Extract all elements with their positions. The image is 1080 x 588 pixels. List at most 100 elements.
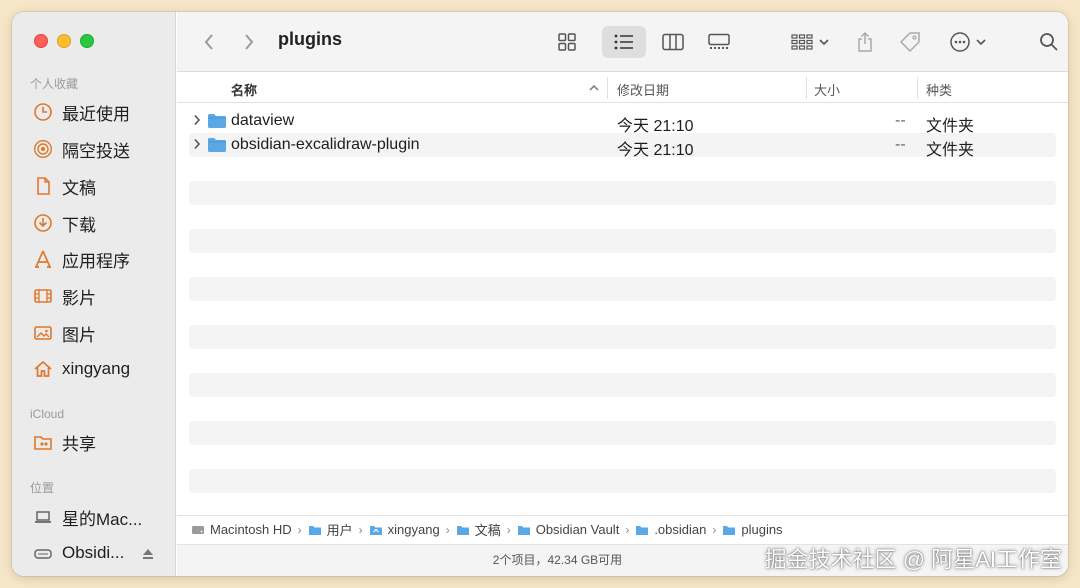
path-item-documents[interactable]: 文稿 [456, 520, 501, 539]
group-grid-icon [791, 34, 813, 50]
sidebar-item-airdrop[interactable]: 隔空投送 [32, 135, 130, 163]
column-divider[interactable] [806, 77, 807, 99]
path-item-dot-obsidian[interactable]: .obsidian [635, 522, 706, 537]
grid-icon [558, 33, 576, 51]
sidebar-item-documents[interactable]: 文稿 [32, 172, 96, 200]
column-size[interactable]: 大小 [814, 80, 840, 99]
path-item-label: 用户 [326, 523, 353, 538]
folder-icon [208, 114, 226, 128]
minimize-button[interactable] [57, 34, 71, 48]
path-item-label: Macintosh HD [210, 522, 292, 537]
empty-row-stripe [189, 181, 1056, 205]
list-icon [614, 34, 633, 50]
path-separator: › [506, 522, 511, 537]
share-button[interactable] [853, 26, 877, 58]
column-divider[interactable] [607, 77, 608, 99]
path-separator: › [712, 522, 717, 537]
sidebar: 个人收藏 最近使用 隔空投送 文稿 下载 应用程序 影片 图片 xingyang… [12, 12, 176, 576]
path-item-label: Obsidian Vault [535, 522, 620, 537]
sidebar-item-label: 图片 [62, 325, 96, 345]
disclosure-chevron-icon[interactable] [193, 138, 201, 150]
column-divider[interactable] [917, 77, 918, 99]
eject-icon[interactable] [141, 547, 155, 561]
sidebar-item-applications[interactable]: 应用程序 [32, 245, 130, 273]
sidebar-item-label: 文稿 [62, 178, 96, 198]
window-title: plugins [278, 29, 342, 49]
path-item-plugins[interactable]: plugins [722, 522, 783, 537]
home-icon [32, 358, 54, 380]
path-item-users[interactable]: 用户 [308, 520, 353, 539]
gallery-view-button[interactable] [705, 26, 733, 58]
favorites-header: 个人收藏 [30, 77, 79, 91]
sidebar-item-home[interactable]: xingyang [32, 355, 130, 383]
column-kind[interactable]: 种类 [926, 80, 952, 99]
path-item-obsidian-vault[interactable]: Obsidian Vault [517, 522, 620, 537]
action-menu-button[interactable] [945, 26, 989, 58]
chevron-right-icon [245, 34, 254, 50]
folder-icon [456, 525, 469, 535]
icloud-header: iCloud [30, 407, 65, 421]
path-separator: › [297, 522, 302, 537]
sidebar-item-label: 隔空投送 [62, 141, 130, 161]
chevron-left-icon [204, 34, 213, 50]
empty-row-stripe [189, 421, 1056, 445]
file-row-excalidraw[interactable]: obsidian-excalidraw-plugin 今天 21:10 -- 文… [189, 133, 1056, 159]
path-separator: › [625, 522, 630, 537]
sidebar-item-label: 下载 [62, 215, 96, 235]
file-list: dataview 今天 21:10 -- 文件夹 obsidian-excali… [189, 109, 1056, 159]
sidebar-item-recents[interactable]: 最近使用 [32, 98, 130, 126]
column-name[interactable]: 名称 [231, 80, 257, 99]
sidebar-item-pictures[interactable]: 图片 [32, 319, 96, 347]
icon-view-button[interactable] [555, 26, 579, 58]
path-item-xingyang[interactable]: xingyang [369, 522, 440, 537]
sidebar-item-label: 应用程序 [62, 251, 130, 271]
close-button[interactable] [34, 34, 48, 48]
path-item-label: 文稿 [474, 523, 501, 538]
sort-chevron-up-icon[interactable] [589, 84, 599, 92]
empty-row-stripe [189, 469, 1056, 493]
window-controls [34, 34, 94, 48]
path-item-macintosh-hd[interactable]: Macintosh HD [191, 522, 292, 537]
chevron-down-icon [975, 39, 986, 46]
sidebar-item-shared[interactable]: 共享 [32, 428, 96, 456]
zoom-button[interactable] [80, 34, 94, 48]
path-bar: Macintosh HD › 用户 › xingyang › 文稿 › Obsi… [177, 515, 1068, 543]
file-size: -- [895, 112, 906, 129]
folder-icon [308, 525, 321, 535]
path-item-label: .obsidian [654, 522, 707, 537]
path-item-label: xingyang [387, 522, 440, 537]
share-icon [858, 31, 872, 52]
sidebar-item-movies[interactable]: 影片 [32, 282, 96, 310]
sidebar-item-label: Obsidi... [62, 543, 125, 562]
download-icon [32, 212, 54, 234]
folder-icon [636, 525, 649, 535]
columns-icon [662, 33, 684, 51]
list-view-button[interactable] [602, 26, 646, 58]
folder-icon [208, 138, 226, 152]
search-button[interactable] [1035, 26, 1063, 58]
sidebar-item-downloads[interactable]: 下载 [32, 209, 96, 237]
clock-icon [32, 101, 54, 123]
document-icon [32, 175, 54, 197]
drive-icon [32, 542, 54, 564]
sidebar-item-mac[interactable]: 星的Mac... [32, 503, 142, 531]
back-button[interactable] [197, 26, 221, 58]
file-row-dataview[interactable]: dataview 今天 21:10 -- 文件夹 [189, 109, 1056, 135]
home-folder-icon [369, 525, 382, 535]
group-by-button[interactable] [787, 26, 833, 58]
disclosure-chevron-icon[interactable] [193, 114, 201, 126]
tags-button[interactable] [897, 26, 923, 58]
sidebar-item-label: 星的Mac... [62, 509, 143, 529]
empty-row-stripe [189, 229, 1056, 253]
column-modified[interactable]: 修改日期 [617, 80, 669, 99]
sidebar-item-label: 影片 [62, 288, 96, 308]
chevron-down-icon [819, 39, 829, 46]
hard-drive-icon [192, 525, 204, 534]
finder-window: 个人收藏 最近使用 隔空投送 文稿 下载 应用程序 影片 图片 xingyang… [12, 12, 1068, 576]
locations-header: 位置 [30, 481, 55, 495]
column-view-button[interactable] [659, 26, 687, 58]
forward-button[interactable] [237, 26, 261, 58]
file-modified: 今天 21:10 [617, 142, 694, 159]
sidebar-item-label: xingyang [62, 359, 131, 378]
folder-icon [723, 525, 736, 535]
